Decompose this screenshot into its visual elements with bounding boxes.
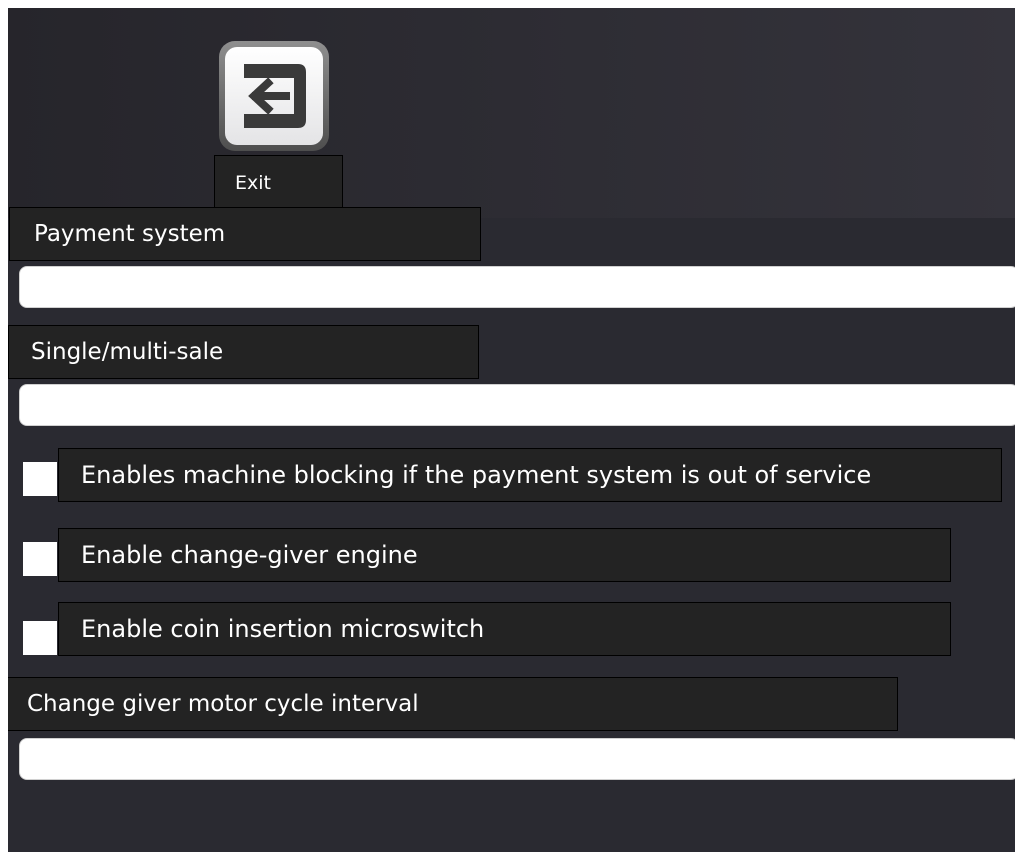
coin-microswitch-label: Enable coin insertion microswitch xyxy=(58,602,951,656)
exit-button[interactable] xyxy=(219,41,329,151)
change-giver-engine-label: Enable change-giver engine xyxy=(58,528,951,582)
change-giver-engine-checkbox[interactable] xyxy=(23,542,57,576)
single-multi-sale-field[interactable] xyxy=(19,384,1015,426)
machine-blocking-checkbox[interactable] xyxy=(23,462,57,496)
single-multi-sale-label: Single/multi-sale xyxy=(8,325,479,379)
exit-arrow-icon xyxy=(225,47,323,145)
machine-blocking-label: Enables machine blocking if the payment … xyxy=(58,448,1002,502)
motor-cycle-interval-label: Change giver motor cycle interval xyxy=(8,677,898,731)
payment-system-field[interactable] xyxy=(19,266,1015,308)
coin-microswitch-checkbox[interactable] xyxy=(23,621,57,655)
payment-system-label: Payment system xyxy=(9,207,481,261)
exit-label[interactable]: Exit xyxy=(214,155,343,209)
top-bar xyxy=(8,8,1015,218)
settings-window: Exit Payment system Single/multi-sale En… xyxy=(8,8,1015,852)
motor-cycle-interval-field[interactable] xyxy=(19,738,1015,780)
